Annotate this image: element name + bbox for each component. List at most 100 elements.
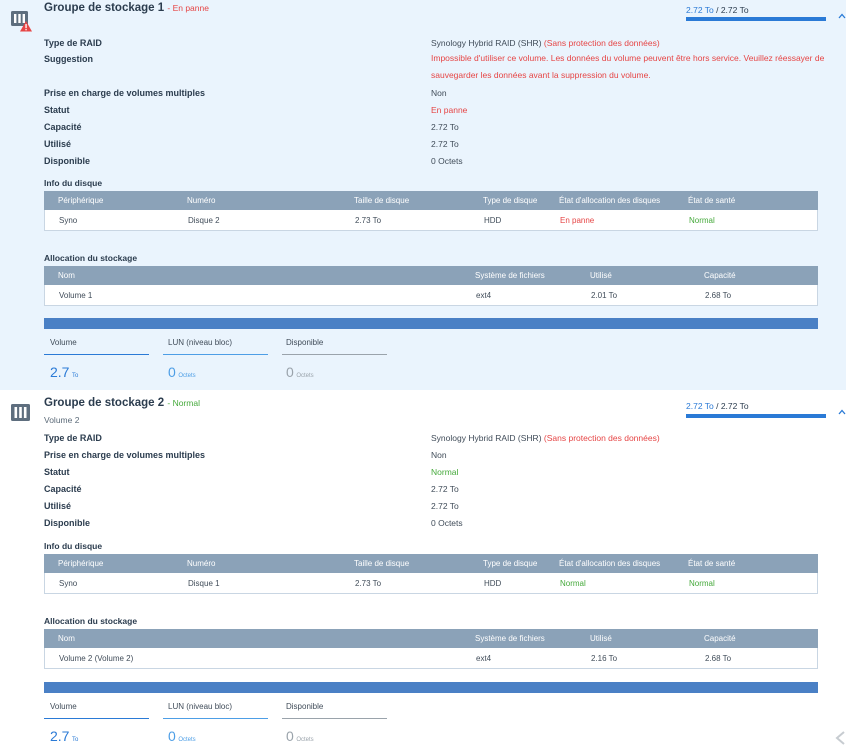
col-number[interactable]: Numéro	[187, 196, 215, 205]
status-label: Statut	[44, 105, 70, 115]
disk-table: Périphérique Numéro Taille de disque Typ…	[44, 554, 818, 594]
usage-total: 2.72 To	[720, 401, 749, 411]
usage-used: 2.72 To	[686, 5, 714, 15]
col-health[interactable]: État de santé	[688, 196, 735, 205]
used-value: 2.72 To	[431, 139, 459, 149]
col-capacity[interactable]: Capacité	[704, 271, 736, 280]
available-label: Disponible	[44, 518, 91, 528]
available-size: 0 Octets	[286, 364, 314, 380]
col-health[interactable]: État de santé	[688, 559, 735, 568]
col-name[interactable]: Nom	[58, 634, 75, 643]
allocation-table: Nom Système de fichiers Utilisé Capacité…	[44, 266, 818, 306]
cell-disk-type: HDD	[484, 216, 502, 225]
col-filesystem[interactable]: Système de fichiers	[475, 634, 545, 643]
multi-volume-value: Non	[431, 450, 447, 460]
storage-pool-icon	[11, 404, 30, 421]
tab-volume-underline	[44, 354, 149, 355]
status-label: Statut	[44, 467, 70, 477]
col-number[interactable]: Numéro	[187, 559, 215, 568]
col-device[interactable]: Périphérique	[58, 196, 103, 205]
lun-size: 0 Octets	[168, 728, 196, 744]
tab-available[interactable]: Disponible	[286, 338, 323, 347]
lun-size: 0 Octets	[168, 364, 196, 380]
used-label: Utilisé	[44, 501, 72, 511]
col-allocation-status[interactable]: État d'allocation des disques	[559, 559, 660, 568]
usage-sep: /	[713, 5, 721, 15]
col-filesystem[interactable]: Système de fichiers	[475, 271, 545, 280]
table-row[interactable]: Syno Disque 1 2.73 To HDD Normal Normal	[44, 573, 818, 594]
cell-allocation-status: En panne	[560, 216, 595, 225]
allocation-bar	[44, 318, 818, 329]
chevron-up-icon[interactable]	[838, 408, 846, 416]
pool-status: Normal	[172, 398, 200, 408]
cell-device: Syno	[59, 579, 78, 588]
usage-sep: /	[713, 401, 721, 411]
col-device[interactable]: Périphérique	[58, 559, 103, 568]
storage-pool-1[interactable]: Groupe de stockage 1 - En panne 2.72 To …	[0, 0, 846, 390]
pool-subtitle: Volume 2	[44, 415, 80, 425]
disk-info-title: Info du disque	[44, 541, 103, 551]
capacity-label: Capacité	[44, 122, 82, 132]
chevron-left-icon[interactable]	[834, 730, 846, 746]
pool-usage: 2.72 To / 2.72 To	[686, 401, 749, 411]
table-row[interactable]: Volume 1 ext4 2.01 To 2.68 To	[44, 285, 818, 306]
available-label: Disponible	[44, 156, 91, 166]
col-disk-size[interactable]: Taille de disque	[354, 196, 409, 205]
tab-volume[interactable]: Volume	[50, 702, 77, 711]
multi-volume-label: Prise en charge de volumes multiples	[44, 88, 206, 98]
col-used[interactable]: Utilisé	[590, 271, 612, 280]
pool-name: Groupe de stockage 2	[44, 397, 165, 409]
cell-filesystem: ext4	[476, 654, 492, 663]
usage-used: 2.72 To	[686, 401, 714, 411]
pool-usage: 2.72 To / 2.72 To	[686, 5, 749, 15]
pool-title: Groupe de stockage 2 - Normal	[44, 397, 200, 409]
table-row[interactable]: Syno Disque 2 2.73 To HDD En panne Norma…	[44, 210, 818, 231]
col-used[interactable]: Utilisé	[590, 634, 612, 643]
table-header: Périphérique Numéro Taille de disque Typ…	[44, 191, 818, 210]
available-size: 0 Octets	[286, 728, 314, 744]
allocation-bar	[44, 682, 818, 693]
cell-name: Volume 1	[59, 291, 93, 300]
status-value: En panne	[431, 105, 468, 115]
suggestion-label: Suggestion	[44, 54, 93, 64]
chevron-up-icon[interactable]	[838, 12, 846, 20]
cell-disk-type: HDD	[484, 579, 502, 588]
used-label: Utilisé	[44, 139, 72, 149]
cell-name: Volume 2 (Volume 2)	[59, 654, 134, 663]
storage-allocation-title: Allocation du stockage	[44, 616, 138, 626]
col-disk-size[interactable]: Taille de disque	[354, 559, 409, 568]
col-disk-type[interactable]: Type de disque	[483, 196, 537, 205]
tab-volume[interactable]: Volume	[50, 338, 77, 347]
capacity-label: Capacité	[44, 484, 82, 494]
cell-health: Normal	[689, 216, 715, 225]
col-allocation-status[interactable]: État d'allocation des disques	[559, 196, 660, 205]
tab-available[interactable]: Disponible	[286, 702, 323, 711]
col-name[interactable]: Nom	[58, 271, 75, 280]
volume-size: 2.7 To	[50, 728, 79, 744]
tab-lun-underline	[163, 718, 268, 719]
storage-pool-2[interactable]: Groupe de stockage 2 - Normal Volume 2 2…	[0, 390, 846, 750]
pool-title: Groupe de stockage 1 - En panne	[44, 2, 209, 14]
cell-device: Syno	[59, 216, 78, 225]
cell-used: 2.16 To	[591, 654, 618, 663]
available-value: 0 Octets	[431, 518, 463, 528]
raid-type-value: Synology Hybrid RAID (SHR) (Sans protect…	[431, 433, 660, 443]
cell-capacity: 2.68 To	[705, 654, 732, 663]
usage-bar	[686, 17, 826, 21]
cell-disk-size: 2.73 To	[355, 216, 382, 225]
tab-lun[interactable]: LUN (niveau bloc)	[168, 702, 232, 711]
cell-allocation-status: Normal	[560, 579, 586, 588]
storage-allocation-title: Allocation du stockage	[44, 253, 138, 263]
raid-type-value: Synology Hybrid RAID (SHR) (Sans protect…	[431, 38, 660, 48]
raid-note: (Sans protection des données)	[543, 433, 660, 443]
capacity-value: 2.72 To	[431, 484, 459, 494]
tab-lun[interactable]: LUN (niveau bloc)	[168, 338, 232, 347]
tab-available-underline	[282, 354, 387, 355]
col-capacity[interactable]: Capacité	[704, 634, 736, 643]
usage-total: 2.72 To	[720, 5, 749, 15]
table-header: Périphérique Numéro Taille de disque Typ…	[44, 554, 818, 573]
table-row[interactable]: Volume 2 (Volume 2) ext4 2.16 To 2.68 To	[44, 648, 818, 669]
cell-health: Normal	[689, 579, 715, 588]
col-disk-type[interactable]: Type de disque	[483, 559, 537, 568]
storage-pool-warning-icon	[11, 11, 32, 32]
